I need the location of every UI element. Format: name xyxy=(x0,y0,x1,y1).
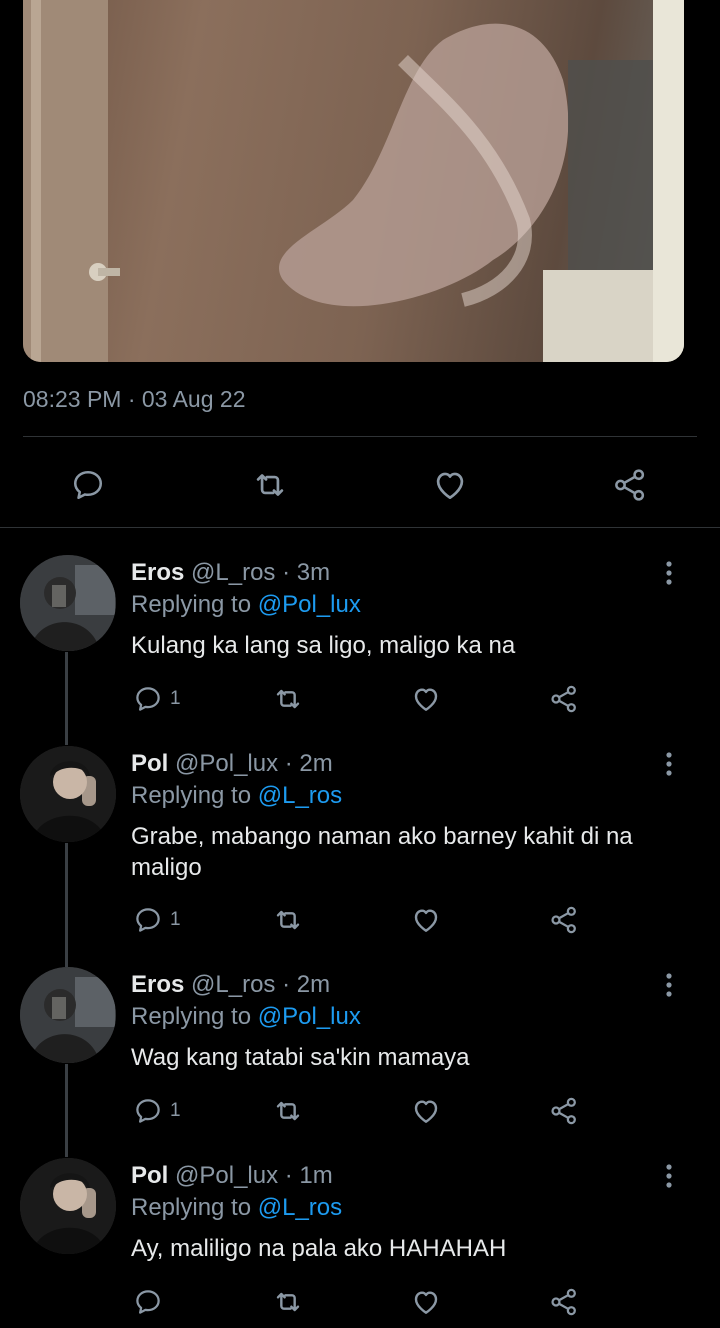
retweet-icon xyxy=(276,689,300,709)
share-icon xyxy=(551,906,576,934)
replying-to-label: Replying to xyxy=(131,591,252,618)
retweet-button[interactable] xyxy=(270,902,306,938)
reply-text: Ay, maliligo na pala ako HAHAHAH xyxy=(131,1235,507,1262)
avatar[interactable] xyxy=(20,967,116,1063)
comment-icon xyxy=(136,908,160,932)
section-divider xyxy=(0,527,720,528)
reply-tweet[interactable]: Eros @L_ros · 3m Replying to @Pol_lux Ku… xyxy=(0,553,720,743)
retweet-button[interactable] xyxy=(270,681,306,717)
reply-count: 1 xyxy=(170,909,181,930)
reply-count: 1 xyxy=(170,688,181,709)
retweet-button[interactable] xyxy=(270,1093,306,1129)
mention-link[interactable]: @L_ros xyxy=(258,1194,342,1221)
avatar[interactable] xyxy=(20,746,116,842)
more-options-button[interactable] xyxy=(655,553,683,593)
reply-button[interactable] xyxy=(130,902,166,938)
share-icon xyxy=(615,469,645,501)
heart-icon xyxy=(414,1291,438,1314)
author-name[interactable]: Pol xyxy=(131,1162,168,1189)
reply-tweet[interactable]: Eros @L_ros · 2m Replying to @Pol_lux Wa… xyxy=(0,965,720,1155)
retweet-button[interactable] xyxy=(270,1284,306,1320)
profile-photo xyxy=(20,746,116,842)
author-handle-time: @L_ros · 3m xyxy=(191,559,331,586)
share-button[interactable] xyxy=(546,681,582,717)
retweet-button[interactable] xyxy=(248,463,292,507)
replying-to-label: Replying to xyxy=(131,782,252,809)
reply-text: Grabe, mabango naman ako barney kahit di… xyxy=(131,823,633,881)
more-options-button[interactable] xyxy=(655,744,683,784)
more-vertical-icon xyxy=(666,1164,672,1188)
mention-link[interactable]: @Pol_lux xyxy=(258,591,361,618)
share-icon xyxy=(551,1288,576,1316)
mention-link[interactable]: @Pol_lux xyxy=(258,1003,361,1030)
retweet-icon xyxy=(276,1292,300,1312)
author-handle-time: @Pol_lux · 1m xyxy=(175,1162,333,1189)
comment-icon xyxy=(136,1290,160,1314)
replying-to-line: Replying to @Pol_lux xyxy=(131,591,361,619)
reply-text: Kulang ka lang sa ligo, maligo ka na xyxy=(131,632,516,659)
share-button[interactable] xyxy=(546,902,582,938)
reply-tweet[interactable]: Pol @Pol_lux · 2m Replying to @L_ros Gra… xyxy=(0,744,720,964)
tweet-media-image[interactable] xyxy=(23,0,684,362)
retweet-icon xyxy=(256,474,284,496)
author-handle-time: @L_ros · 2m xyxy=(191,971,331,998)
profile-photo xyxy=(20,1158,116,1254)
reply-tweet[interactable]: Pol @Pol_lux · 1m Replying to @L_ros Ay,… xyxy=(0,1156,720,1328)
reply-button[interactable] xyxy=(130,1284,166,1320)
more-vertical-icon xyxy=(666,973,672,997)
profile-photo xyxy=(20,555,116,651)
like-button[interactable] xyxy=(408,1093,444,1129)
replying-to-label: Replying to xyxy=(131,1194,252,1221)
retweet-icon xyxy=(276,910,300,930)
heart-icon xyxy=(414,1100,438,1123)
comment-icon xyxy=(136,687,160,711)
share-button[interactable] xyxy=(546,1093,582,1129)
heart-icon xyxy=(414,909,438,932)
more-options-button[interactable] xyxy=(655,965,683,1005)
reply-button[interactable] xyxy=(66,463,110,507)
tweet-action-bar xyxy=(0,455,720,515)
replying-to-line: Replying to @Pol_lux xyxy=(131,1003,361,1031)
profile-photo xyxy=(20,967,116,1063)
like-button[interactable] xyxy=(408,1284,444,1320)
like-button[interactable] xyxy=(408,681,444,717)
reply-count: 1 xyxy=(170,1100,181,1121)
replying-to-label: Replying to xyxy=(131,1003,252,1030)
heart-icon xyxy=(436,472,464,500)
heart-icon xyxy=(414,688,438,711)
retweet-icon xyxy=(276,1101,300,1121)
share-icon xyxy=(551,685,576,713)
reply-button[interactable] xyxy=(130,681,166,717)
more-vertical-icon xyxy=(666,561,672,585)
replying-to-line: Replying to @L_ros xyxy=(131,1194,342,1222)
author-name[interactable]: Pol xyxy=(131,750,168,777)
replying-to-line: Replying to @L_ros xyxy=(131,782,342,810)
comment-icon xyxy=(73,470,103,500)
avatar[interactable] xyxy=(20,1158,116,1254)
mention-link[interactable]: @L_ros xyxy=(258,782,342,809)
share-button[interactable] xyxy=(546,1284,582,1320)
reply-text: Wag kang tatabi sa'kin mamaya xyxy=(131,1044,470,1071)
reply-button[interactable] xyxy=(130,1093,166,1129)
author-name[interactable]: Eros xyxy=(131,971,184,998)
share-icon xyxy=(551,1097,576,1125)
photo-placeholder xyxy=(23,0,684,362)
author-handle-time: @Pol_lux · 2m xyxy=(175,750,333,777)
more-options-button[interactable] xyxy=(655,1156,683,1196)
divider xyxy=(23,436,697,437)
share-button[interactable] xyxy=(608,463,652,507)
comment-icon xyxy=(136,1099,160,1123)
author-name[interactable]: Eros xyxy=(131,559,184,586)
avatar[interactable] xyxy=(20,555,116,651)
like-button[interactable] xyxy=(428,463,472,507)
like-button[interactable] xyxy=(408,902,444,938)
tweet-timestamp: 08:23 PM · 03 Aug 22 xyxy=(23,386,246,412)
more-vertical-icon xyxy=(666,752,672,776)
